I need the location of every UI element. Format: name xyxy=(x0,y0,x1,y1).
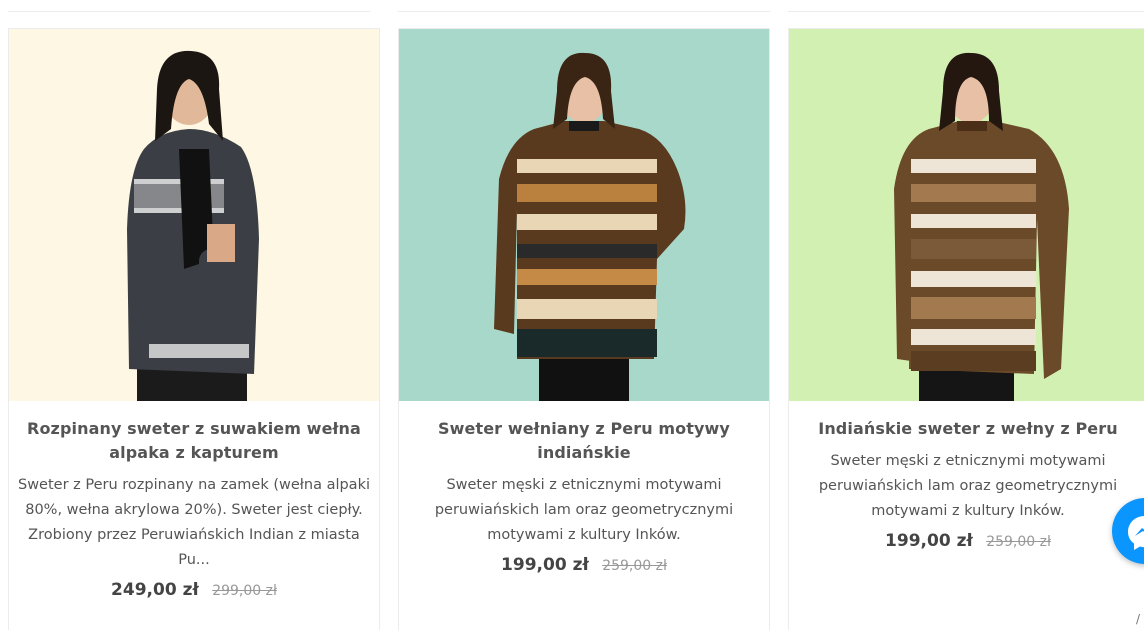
product-image[interactable] xyxy=(789,29,1144,401)
price-row: 249,00 zł 299,00 zł xyxy=(15,580,373,600)
product-title[interactable]: Sweter wełniany z Peru motywy indiańskie xyxy=(405,417,763,465)
product-image[interactable] xyxy=(9,29,379,401)
old-price: 299,00 zł xyxy=(212,583,277,599)
product-card[interactable]: Sweter wełniany z Peru motywy indiańskie… xyxy=(398,28,770,630)
price-row: 199,00 zł 259,00 zł xyxy=(405,555,763,575)
product-description: Sweter męski z etnicznymi motywami peruw… xyxy=(818,453,1118,519)
edge-glyph: / xyxy=(1136,612,1141,626)
old-price: 259,00 zł xyxy=(602,558,667,574)
sweater-model-image xyxy=(894,52,1069,401)
product-card[interactable]: Indiańskie sweter z wełny z Peru Sweter … xyxy=(788,28,1144,630)
top-divider xyxy=(398,0,770,12)
old-price: 259,00 zł xyxy=(986,534,1051,550)
product-card[interactable]: Rozpinany sweter z suwakiem wełna alpaka… xyxy=(8,28,380,630)
current-price: 249,00 zł xyxy=(111,580,199,600)
product-title[interactable]: Indiańskie sweter z wełny z Peru xyxy=(795,417,1141,441)
product-description: Sweter z Peru rozpinany na zamek (wełna … xyxy=(17,477,370,568)
product-title[interactable]: Rozpinany sweter z suwakiem wełna alpaka… xyxy=(15,417,373,465)
cardigan-model-image xyxy=(127,50,259,401)
price-row: 199,00 zł 259,00 zł xyxy=(795,531,1141,551)
product-image[interactable] xyxy=(399,29,769,401)
current-price: 199,00 zł xyxy=(885,531,973,551)
top-divider xyxy=(8,0,370,12)
sweater-model-image xyxy=(494,52,686,401)
top-divider xyxy=(788,0,1144,12)
product-description: Sweter męski z etnicznymi motywami peruw… xyxy=(434,477,734,543)
current-price: 199,00 zł xyxy=(501,555,589,575)
